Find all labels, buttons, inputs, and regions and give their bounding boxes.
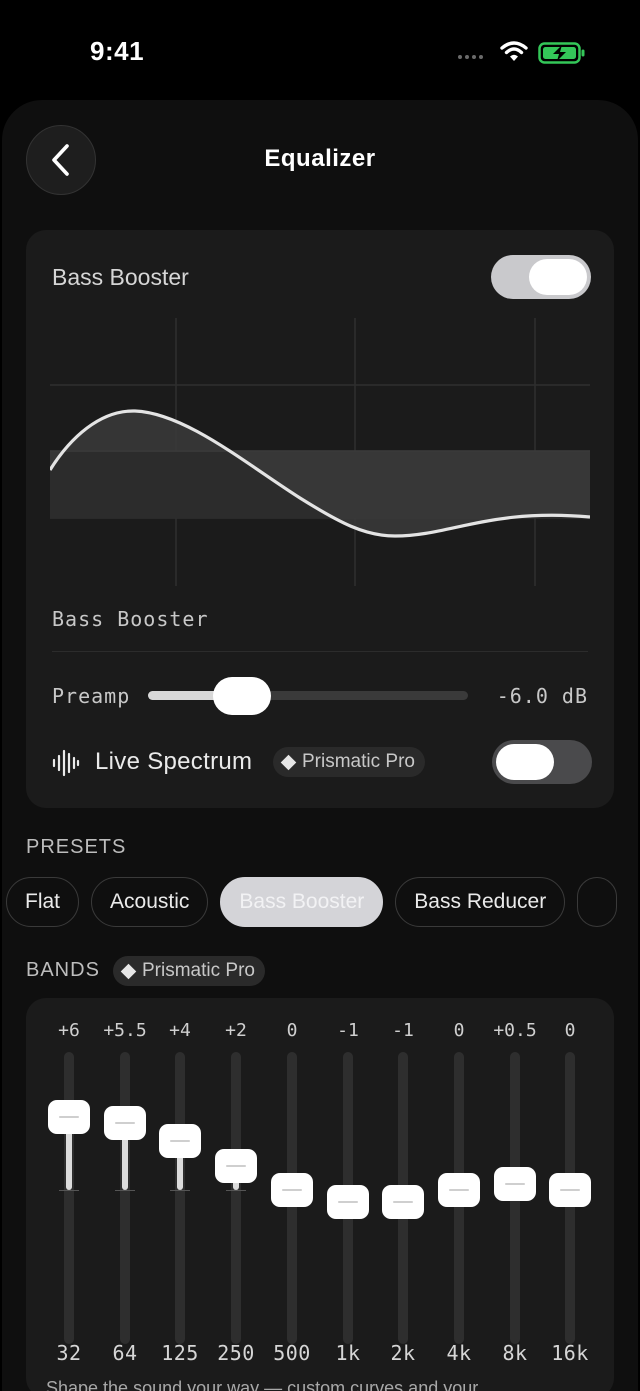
band-slider-16k[interactable]: 0 16k	[545, 1016, 595, 1376]
diamond-icon	[280, 754, 297, 770]
live-spectrum-toggle[interactable]	[492, 740, 592, 784]
band-slider-250[interactable]: +2 250	[211, 1016, 261, 1376]
toggle-knob	[529, 259, 587, 295]
preamp-label: Preamp	[52, 684, 131, 708]
band-zero-line	[115, 1190, 135, 1191]
band-slider-track[interactable]	[64, 1052, 74, 1344]
band-zero-line	[226, 1190, 246, 1191]
page-title: Equalizer	[264, 145, 376, 172]
eq-curve-graph	[50, 318, 590, 586]
status-time: 9:41	[90, 36, 145, 66]
diamond-icon	[120, 963, 137, 979]
band-zero-line	[170, 1190, 190, 1191]
pro-badge: Prismatic Pro	[273, 747, 425, 777]
battery-charging-icon	[538, 42, 585, 64]
band-slider-track[interactable]	[231, 1052, 241, 1344]
band-slider-500[interactable]: 0 500	[267, 1016, 317, 1376]
toggle-knob	[496, 744, 554, 780]
status-bar: 9:41	[0, 0, 640, 100]
band-slider-thumb[interactable]	[549, 1173, 591, 1207]
wifi-icon	[500, 41, 528, 61]
band-slider-thumb[interactable]	[438, 1173, 480, 1207]
preamp-value: -6.0 dB	[496, 684, 588, 708]
presets-list: Flat Acoustic Bass Booster Bass Reducer	[6, 877, 618, 927]
preset-chip-more[interactable]	[577, 877, 618, 927]
band-slider-thumb[interactable]	[271, 1173, 313, 1207]
eq-enable-toggle[interactable]	[491, 255, 591, 299]
band-slider-thumb[interactable]	[159, 1124, 201, 1159]
band-slider-125[interactable]: +4 125	[155, 1016, 205, 1376]
band-slider-thumb[interactable]	[215, 1148, 257, 1183]
band-slider-1k[interactable]: -1 1k	[323, 1016, 373, 1376]
preamp-slider-thumb[interactable]	[213, 677, 271, 715]
band-slider-thumb[interactable]	[327, 1185, 369, 1220]
presets-heading: PRESETS	[26, 836, 127, 858]
band-slider-thumb[interactable]	[104, 1105, 146, 1140]
preset-chip-flat[interactable]: Flat	[6, 877, 80, 927]
curve-caption: Bass Booster	[52, 607, 209, 631]
band-slider-8k[interactable]: +0.5 8k	[490, 1016, 540, 1376]
preset-chip-acoustic[interactable]: Acoustic	[91, 877, 209, 927]
footer-description: Shape the sound your way — custom curves…	[46, 1378, 479, 1391]
pro-badge: Prismatic Pro	[113, 956, 265, 986]
band-slider-64[interactable]: +5.5 64	[100, 1016, 150, 1376]
band-frequency-label: 16k	[551, 1341, 589, 1365]
preset-chip-bass-booster[interactable]: Bass Booster	[220, 877, 384, 927]
band-zero-line	[59, 1190, 79, 1191]
waveform-icon	[52, 749, 80, 777]
band-slider-thumb[interactable]	[382, 1185, 424, 1220]
pro-badge-label: Prismatic Pro	[142, 960, 255, 981]
band-gain-value: 0	[564, 1020, 576, 1041]
band-slider-track[interactable]	[175, 1052, 185, 1344]
band-slider-track[interactable]	[120, 1052, 130, 1344]
band-slider-32[interactable]: +6 32	[44, 1016, 94, 1376]
preset-chip-bass-reducer[interactable]: Bass Reducer	[395, 877, 566, 927]
band-slider-thumb[interactable]	[48, 1099, 90, 1134]
band-slider-thumb[interactable]	[494, 1166, 536, 1201]
cellular-signal-icon	[458, 55, 483, 59]
band-slider-4k[interactable]: 0 4k	[434, 1016, 484, 1376]
divider	[52, 651, 588, 652]
preamp-slider-track[interactable]	[148, 691, 468, 700]
live-spectrum-label: Live Spectrum	[95, 748, 253, 775]
pro-badge-label: Prismatic Pro	[302, 751, 415, 772]
preset-name-title: Bass Booster	[52, 264, 189, 290]
band-slider-2k[interactable]: -1 2k	[378, 1016, 428, 1376]
bands-heading: BANDS	[26, 959, 100, 981]
